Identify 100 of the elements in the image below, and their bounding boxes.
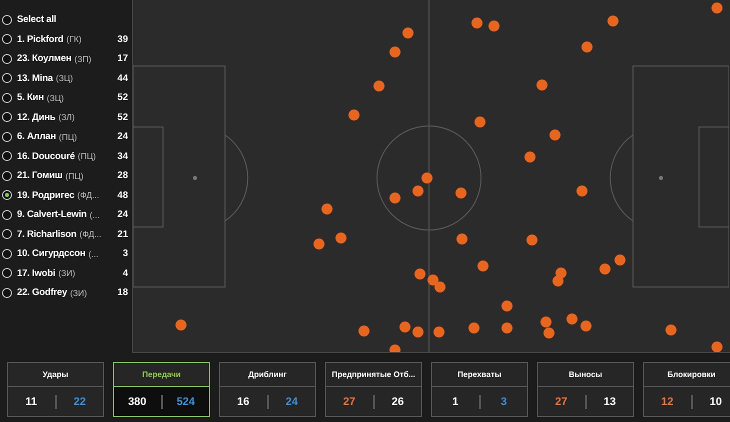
event-dot [390, 46, 400, 58]
event-dot [314, 238, 324, 250]
player-name: 12. Динь [17, 112, 56, 123]
player-list-item[interactable]: 19. Родригес (ФД... 48 [0, 186, 132, 205]
player-list-item[interactable]: 16. Doucouré (ПЦ) 34 [0, 146, 132, 166]
player-name: 6. Аллан [17, 131, 56, 142]
player-name: 16. Doucouré [17, 150, 75, 162]
player-name: 9. Calvert-Lewin [17, 209, 87, 220]
radio-button[interactable] [2, 288, 12, 298]
radio-button[interactable] [2, 151, 12, 162]
stat-value: 1 [451, 396, 460, 408]
event-dot [412, 326, 424, 338]
player-list-item[interactable]: 17. Iwobi (ЗИ) 4 [0, 264, 132, 283]
stat-value: 26 [390, 396, 405, 408]
player-name: 23. Коулмен [17, 53, 72, 64]
stat-value: 11 [24, 396, 38, 408]
player-name: 19. Родригес [17, 190, 74, 201]
player-list-item[interactable]: 10. Сигурдссон (... 3 [0, 244, 132, 264]
player-count: 24 [117, 209, 128, 220]
player-name: 21. Гомиш [17, 170, 62, 182]
player-position: (... [88, 248, 98, 259]
radio-button[interactable] [2, 112, 12, 122]
player-list-item[interactable]: 23. Коулмен (ЗП) 17 [0, 49, 132, 68]
player-list-item[interactable]: 7. Richarlison (ФД... 21 [0, 224, 132, 244]
stat-tab[interactable]: Перехваты 1 3 [431, 362, 528, 417]
event-dot [580, 320, 592, 332]
player-count: 44 [117, 72, 128, 84]
player-count: 4 [122, 268, 128, 279]
event-dot [456, 188, 466, 198]
player-position: (ПЦ) [65, 170, 84, 181]
radio-button[interactable] [2, 229, 12, 240]
event-dot [582, 42, 592, 52]
radio-button[interactable] [2, 73, 12, 84]
player-name: 17. Iwobi [17, 268, 56, 279]
stat-tab[interactable]: Блокировки 12 10 [643, 362, 730, 417]
radio-button[interactable] [2, 54, 12, 64]
radio-button[interactable] [2, 210, 12, 220]
event-dot [412, 186, 424, 196]
event-dot [502, 300, 512, 312]
player-position: (ЗЦ) [46, 92, 64, 103]
radio-button[interactable] [2, 132, 12, 142]
event-dot [322, 204, 332, 214]
stat-value: 27 [554, 396, 568, 408]
player-list-item[interactable]: 1. Pickford (ГК) 39 [0, 30, 132, 49]
event-dot [472, 18, 482, 28]
player-list-item[interactable]: 9. Calvert-Lewin (... 24 [0, 205, 132, 224]
event-dot [608, 16, 618, 26]
player-position: (ФД... [80, 229, 102, 240]
player-position: (ЗЦ) [56, 73, 73, 84]
event-dot [566, 314, 578, 324]
player-list-item[interactable]: 22. Godfrey (ЗИ) 18 [0, 283, 132, 302]
event-dot [336, 232, 346, 244]
player-position: (ПЦ) [78, 151, 96, 162]
radio-button[interactable] [2, 14, 12, 25]
stat-tab[interactable]: Передачи 380 524 [113, 362, 210, 417]
stat-value: 24 [284, 396, 299, 408]
event-dot [576, 186, 588, 196]
radio-button[interactable] [2, 34, 12, 44]
player-list-item[interactable]: 5. Кин (ЗЦ) 52 [0, 88, 132, 108]
event-dot [468, 322, 480, 334]
event-dot [176, 320, 186, 330]
player-count: 18 [117, 287, 128, 298]
stat-tab[interactable]: Удары 11 22 [7, 362, 104, 417]
radio-button[interactable] [2, 248, 12, 259]
stat-tab[interactable]: Выносы 27 13 [537, 362, 634, 417]
player-count: 52 [117, 112, 128, 123]
player-list-item[interactable]: 6. Аллан (ПЦ) 24 [0, 127, 132, 146]
player-position: (ЗП) [74, 54, 92, 64]
event-dot [540, 316, 552, 328]
stat-tab[interactable]: Предпринятые Отб... 27 26 [325, 362, 422, 417]
radio-button[interactable] [2, 170, 12, 181]
event-dot [552, 276, 564, 286]
player-name: 5. Кин [17, 92, 44, 104]
player-list-item[interactable]: Select all [0, 10, 132, 30]
event-dot [488, 20, 500, 32]
event-dot [614, 254, 626, 266]
stat-value: 27 [342, 396, 356, 408]
player-list-item[interactable]: 21. Гомиш (ПЦ) 28 [0, 166, 132, 186]
event-dot [402, 28, 414, 38]
stat-tab[interactable]: Дриблинг 16 24 [219, 362, 316, 417]
event-dot [434, 326, 444, 338]
event-dot [712, 2, 722, 14]
player-count: 21 [117, 228, 128, 240]
player-position: (ЗИ) [58, 268, 76, 278]
event-dot [526, 234, 538, 246]
radio-button[interactable] [2, 268, 12, 278]
event-dot [348, 110, 360, 120]
stat-value: 16 [236, 396, 250, 408]
player-name: 13. Mina [17, 72, 53, 84]
stat-value: 3 [500, 396, 508, 408]
player-list-item[interactable]: 12. Динь (ЗЛ) 52 [0, 108, 132, 127]
stat-value: 380 [127, 396, 148, 408]
radio-button[interactable] [2, 190, 12, 200]
player-count: 52 [117, 92, 128, 104]
player-count: 3 [122, 248, 128, 260]
player-count: 17 [117, 53, 128, 64]
player-list-item[interactable]: 13. Mina (ЗЦ) 44 [0, 68, 132, 88]
radio-button[interactable] [2, 92, 12, 103]
player-position: (... [90, 210, 100, 220]
event-dot [502, 322, 512, 334]
